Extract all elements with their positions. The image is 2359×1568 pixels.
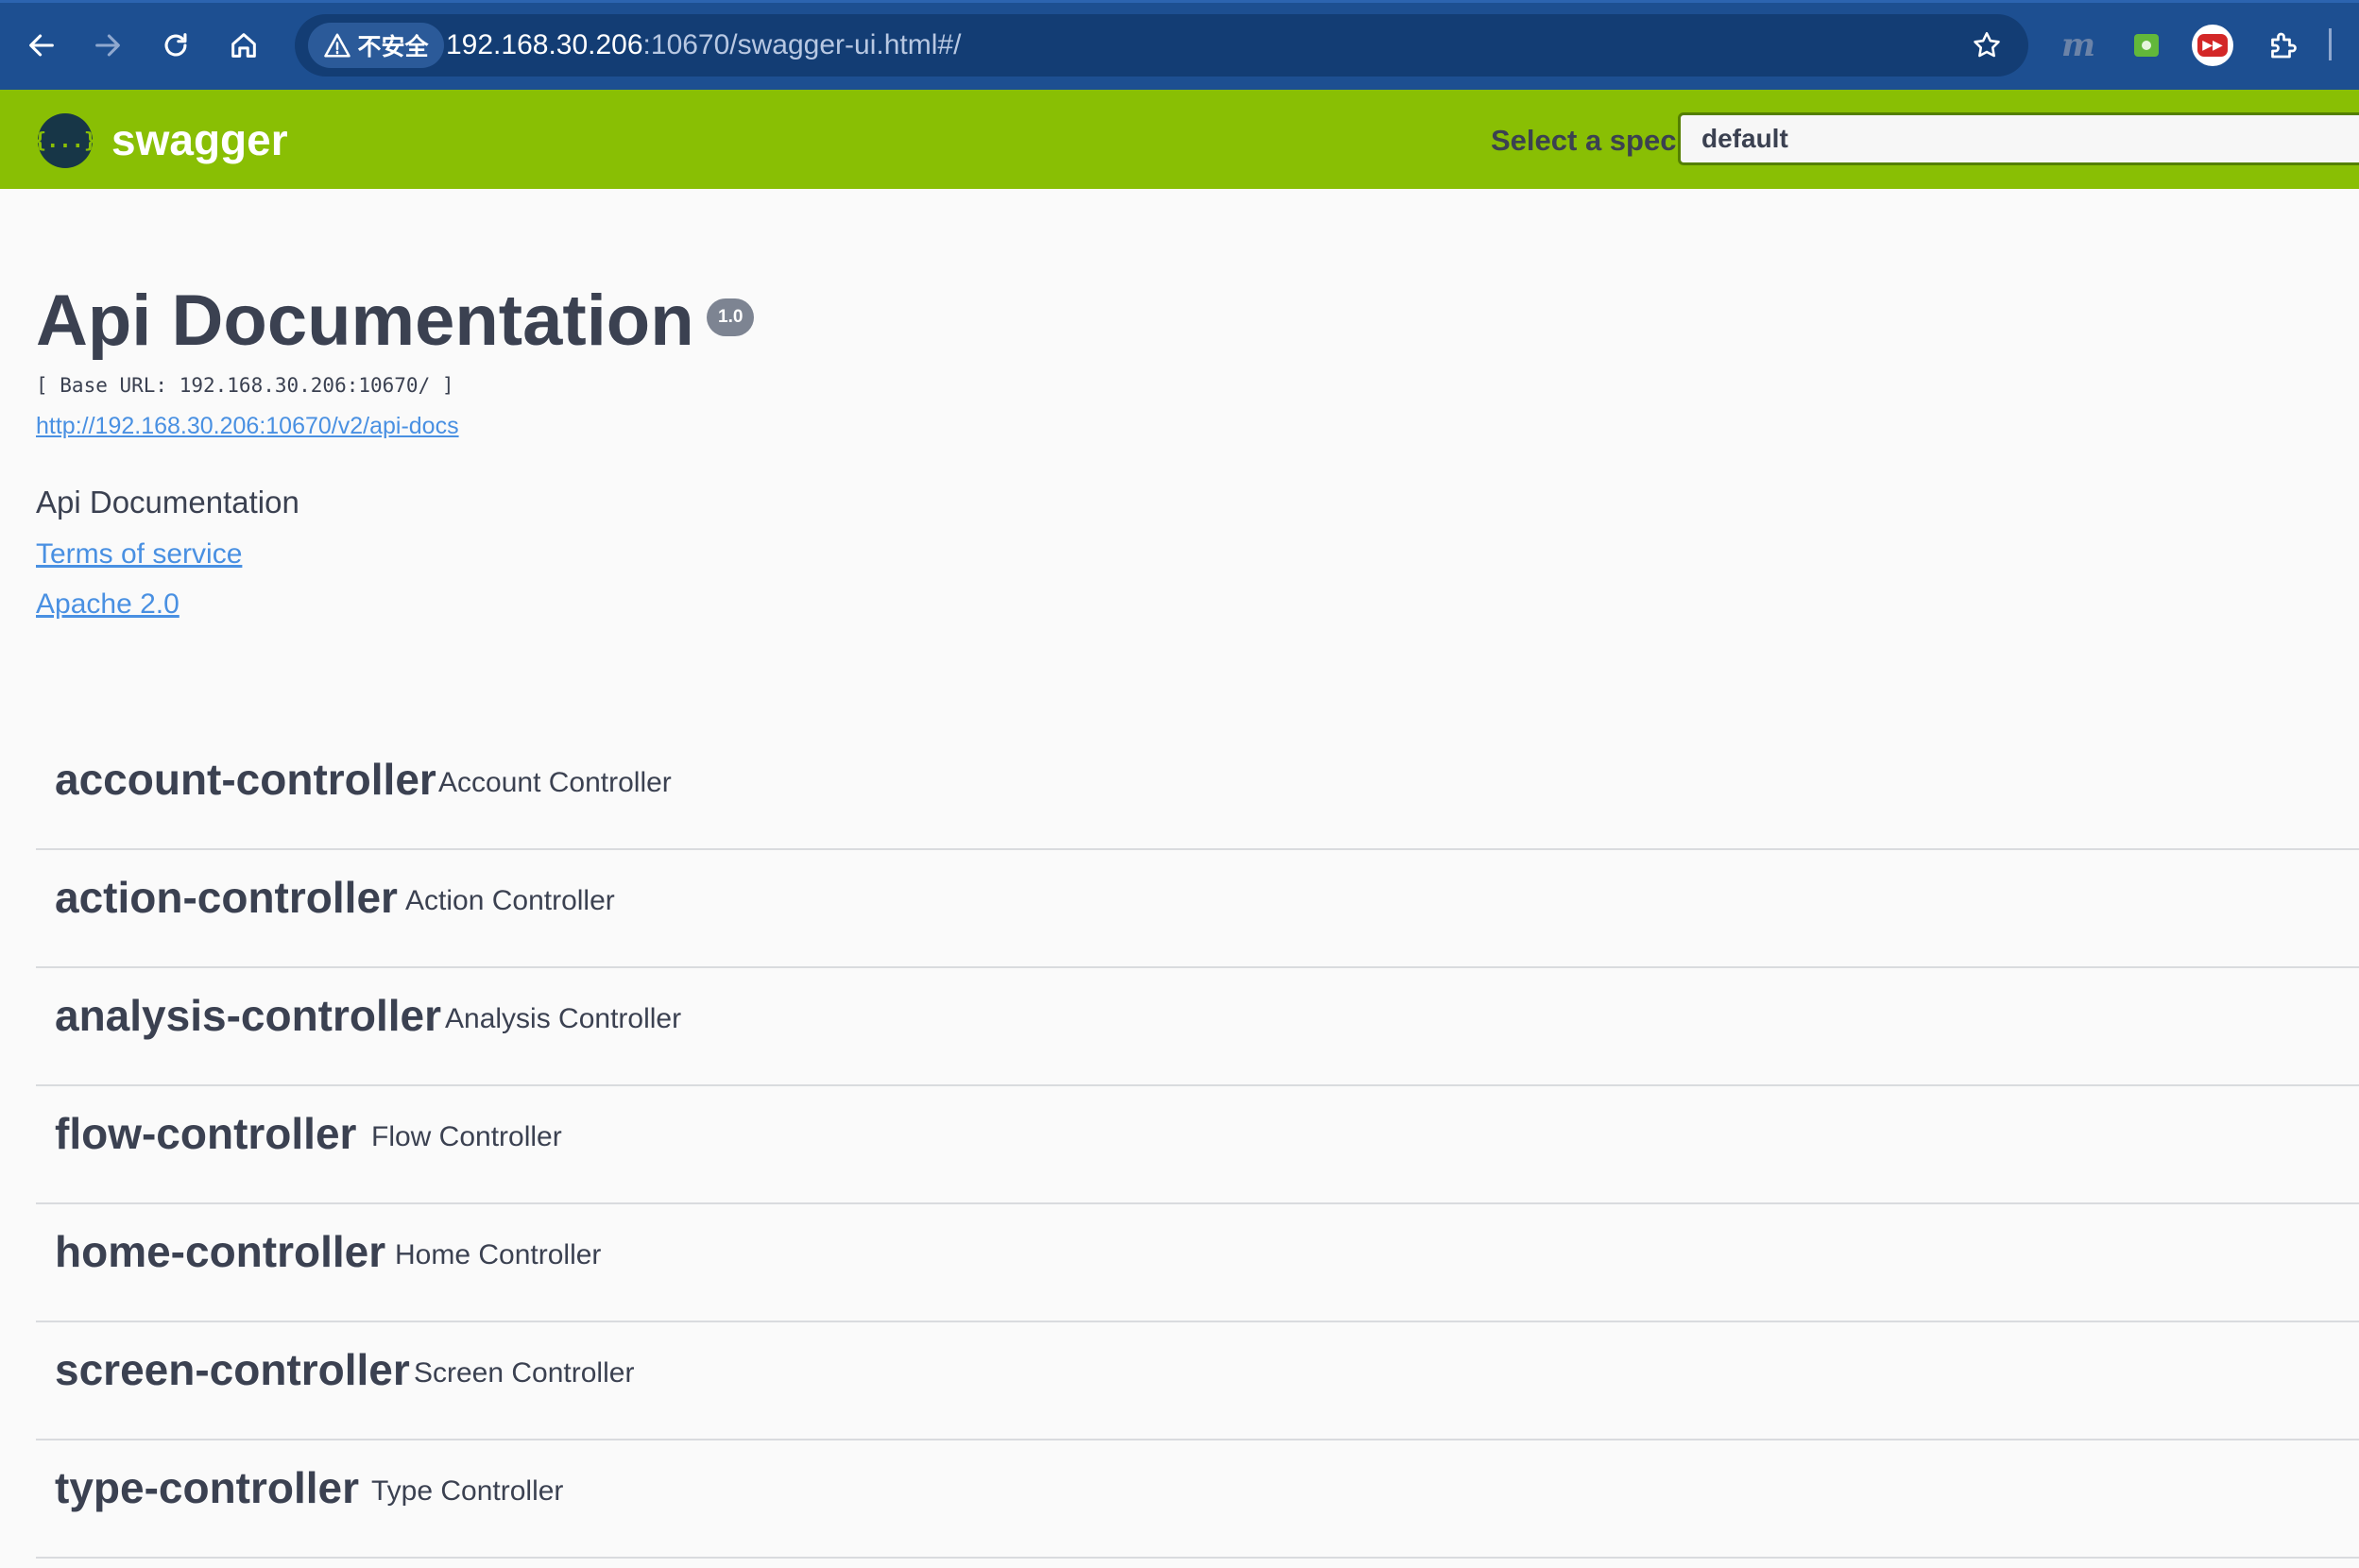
tag-section-screen-controller[interactable]: screen-controller Screen Controller — [36, 1322, 2359, 1440]
swagger-brand[interactable]: swagger — [111, 107, 288, 173]
tag-section-analysis-controller[interactable]: analysis-controller Analysis Controller — [36, 968, 2359, 1086]
api-docs-link[interactable]: http://192.168.30.206:10670/v2/api-docs — [36, 413, 459, 440]
back-icon — [29, 34, 54, 57]
security-indicator[interactable]: 不安全 — [308, 23, 444, 68]
reload-button[interactable] — [153, 23, 198, 68]
video-extension-icon: ▶▶ — [2192, 25, 2233, 66]
api-description: Api Documentation — [36, 485, 299, 520]
warning-icon — [324, 33, 351, 58]
tag-name[interactable]: action-controller — [55, 871, 398, 924]
license-link[interactable]: Apache 2.0 — [36, 588, 179, 621]
tag-description: Action Controller — [405, 885, 615, 916]
extensions-button[interactable] — [2262, 25, 2303, 66]
swagger-topbar: {...} swagger Select a spec default — [0, 90, 2359, 189]
url-host: 192.168.30.206 — [446, 29, 643, 60]
home-icon — [231, 33, 256, 58]
security-label: 不安全 — [357, 33, 429, 60]
spec-select-label: Select a spec — [1491, 124, 1677, 157]
tag-section-action-controller[interactable]: action-controller Action Controller — [36, 850, 2359, 968]
swagger-logo-icon[interactable]: {...} — [34, 113, 96, 168]
extension-m-icon: m — [2061, 26, 2095, 64]
tab-strip-edge — [0, 0, 2359, 3]
tag-name[interactable]: type-controller — [55, 1461, 359, 1514]
tag-description: Screen Controller — [414, 1357, 635, 1389]
spec-select[interactable]: default — [1678, 112, 2359, 165]
toolbar-divider — [2329, 28, 2332, 60]
extension-red-button[interactable]: ▶▶ — [2192, 25, 2233, 66]
forward-button[interactable] — [85, 23, 130, 68]
tag-name[interactable]: flow-controller — [55, 1107, 356, 1160]
url-path: :10670/swagger-ui.html#/ — [642, 29, 962, 60]
tag-section-flow-controller[interactable]: flow-controller Flow Controller — [36, 1086, 2359, 1204]
tag-name[interactable]: analysis-controller — [55, 989, 441, 1042]
tag-description: Account Controller — [438, 767, 672, 798]
browser-toolbar: 不安全 192.168.30.206:10670/swagger-ui.html… — [0, 0, 2359, 90]
tag-name[interactable]: home-controller — [55, 1225, 385, 1278]
bookmark-button[interactable] — [1966, 25, 2008, 66]
back-button[interactable] — [19, 23, 64, 68]
address-bar[interactable]: 不安全 192.168.30.206:10670/swagger-ui.html… — [295, 14, 2028, 77]
base-url: [ Base URL: 192.168.30.206:10670/ ] — [36, 374, 454, 397]
tag-description: Type Controller — [371, 1475, 564, 1507]
tag-description: Analysis Controller — [445, 1003, 682, 1034]
extension-m-button[interactable]: m — [2058, 25, 2099, 66]
version-badge: 1.0 — [707, 298, 755, 336]
tag-description: Home Controller — [395, 1239, 602, 1270]
extension-green-button[interactable] — [2126, 25, 2167, 66]
star-icon — [1974, 31, 2000, 58]
reload-icon — [164, 33, 187, 57]
tag-list: account-controller Account Controller ac… — [36, 732, 2359, 1559]
puzzle-icon — [2271, 32, 2297, 59]
tag-section-home-controller[interactable]: home-controller Home Controller — [36, 1204, 2359, 1322]
terms-of-service-link[interactable]: Terms of service — [36, 538, 242, 571]
tag-name[interactable]: screen-controller — [55, 1343, 410, 1396]
tag-section-account-controller[interactable]: account-controller Account Controller — [36, 732, 2359, 850]
tag-name[interactable]: account-controller — [55, 753, 436, 806]
forward-icon — [95, 34, 120, 57]
api-title: Api Documentation — [36, 281, 694, 361]
url-text[interactable]: 192.168.30.206:10670/swagger-ui.html#/ — [446, 14, 961, 77]
tag-description: Flow Controller — [371, 1121, 562, 1152]
green-extension-icon — [2134, 34, 2159, 57]
home-button[interactable] — [221, 23, 266, 68]
tag-section-type-controller[interactable]: type-controller Type Controller — [36, 1440, 2359, 1559]
